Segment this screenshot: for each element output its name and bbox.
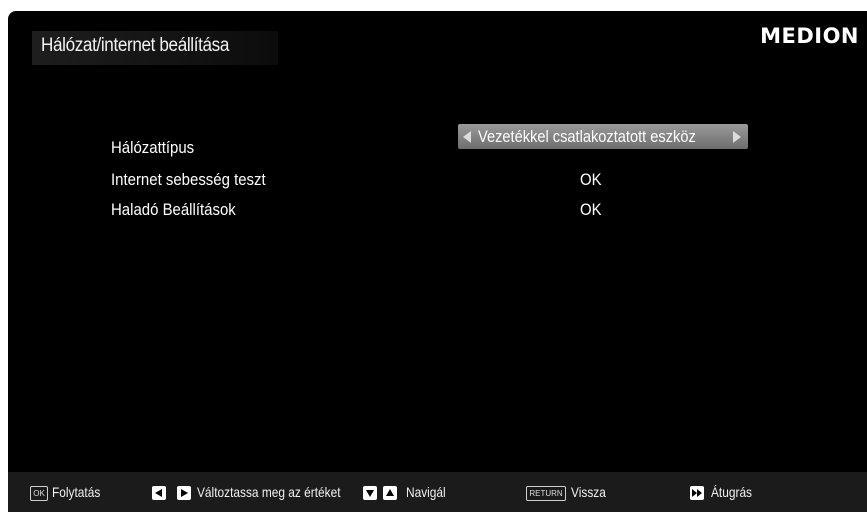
arrow-down-key-icon (363, 486, 377, 500)
speed-test-label: Internet sebesség teszt (111, 170, 266, 189)
speed-test-ok-button[interactable]: OK (580, 170, 602, 190)
ok-key-icon: OK (30, 486, 48, 501)
skip-hint[interactable]: Átugrás (711, 484, 752, 500)
page-title: Hálózat/internet beállítása (41, 35, 230, 56)
navigate-hint[interactable]: Navigál (406, 484, 446, 500)
continue-hint[interactable]: Folytatás (52, 484, 100, 500)
network-type-value: Vezetékkel csatlakoztatott eszköz (478, 127, 696, 146)
arrow-up-key-icon (383, 486, 397, 500)
arrow-left-icon[interactable] (463, 131, 471, 143)
arrow-right-icon[interactable] (733, 131, 741, 143)
change-value-hint[interactable]: Változtassa meg az értéket (197, 484, 341, 500)
medion-logo: MEDION (760, 24, 859, 48)
advanced-settings-ok-button[interactable]: OK (580, 200, 602, 220)
arrow-right-key-icon (177, 486, 191, 500)
advanced-settings-label: Haladó Beállítások (111, 200, 236, 219)
network-type-label: Hálózattípus (111, 138, 195, 157)
fast-forward-key-icon (690, 486, 704, 500)
return-key-icon: RETURN (526, 486, 566, 501)
tv-screen: Hálózat/internet beállítása MEDION (8, 11, 867, 472)
arrow-left-key-icon (152, 486, 166, 500)
back-hint[interactable]: Vissza (571, 484, 606, 500)
